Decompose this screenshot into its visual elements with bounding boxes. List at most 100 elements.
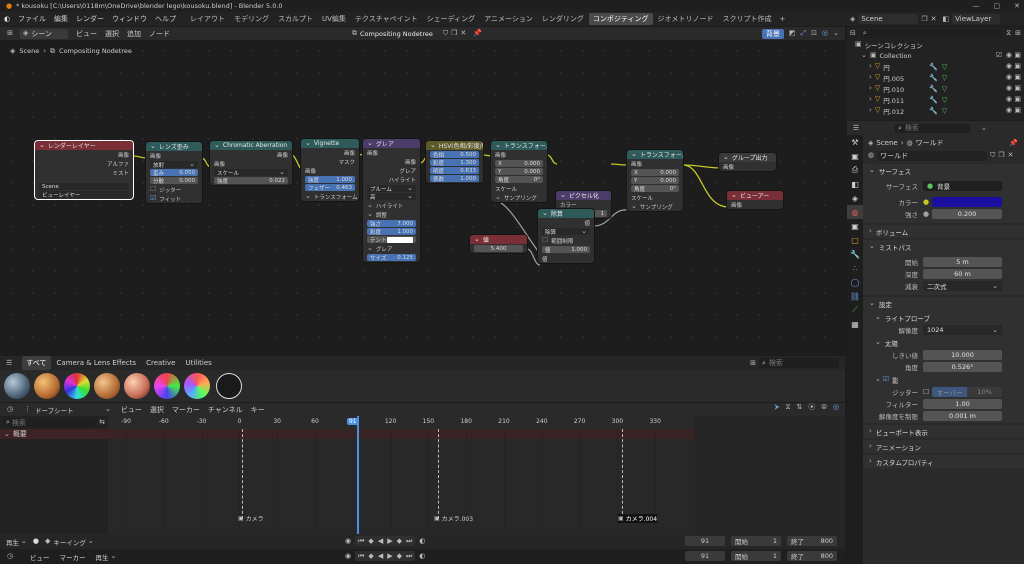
collapse-icon[interactable]: ⌄ (367, 140, 373, 147)
node-dropdown[interactable]: 放射 ⌄ (150, 161, 198, 169)
delete-icon[interactable]: ✕ (931, 15, 937, 23)
filters-icon[interactable]: ⧖ (785, 404, 790, 411)
properties-options-icon[interactable]: ⌄ (981, 124, 987, 132)
channels-icon[interactable]: ◩ (789, 30, 796, 37)
camera-icon[interactable]: ▣ (1014, 74, 1021, 81)
dopesheet-mode-selector[interactable]: ドープシート (35, 405, 105, 415)
node-editor-menu-item[interactable]: ビュー (72, 27, 101, 41)
node-transform-2[interactable]: ⌄ トランスフォーム 画像 X 0.000 Y 0.000 角度 0° スケール ⌄ サンプリング (627, 150, 683, 211)
expand-icon[interactable]: › (869, 107, 872, 114)
next-key-icon[interactable]: ◆ (397, 552, 402, 560)
node-value-field[interactable]: 係数 1.000 (430, 175, 479, 183)
node-lens-distortion-header[interactable]: ⌄ レンズ歪み (146, 142, 202, 151)
scene-tab-icon[interactable]: ◈ (847, 191, 863, 205)
mist-falloff-select[interactable]: 二次式 ⌄ (923, 281, 1002, 291)
node-value[interactable]: ⌄ 値 5.400 (470, 235, 527, 253)
collapse-icon[interactable]: ⌄ (150, 143, 156, 150)
sun-threshold-field[interactable]: 10.000 (923, 350, 1002, 360)
current-frame-field[interactable]: 91 (685, 536, 725, 546)
marker[interactable]: ▣ カメラ.003 (434, 514, 473, 523)
node-value-field[interactable]: フェザー 0.463 (305, 184, 355, 192)
asset-shelf-tab[interactable]: Creative (142, 356, 179, 370)
filter-field[interactable]: 1.00 (923, 399, 1002, 409)
asset-thumbnail[interactable] (4, 373, 30, 399)
node-vignette[interactable]: ⌄ Vignette 画像 マスク 画像 強度 1.000 フェザー 0.463 ⌄ トランスフォー… (301, 139, 359, 201)
node-chromatic-aberration-header[interactable]: ⌄ Chromatic Aberration (210, 141, 292, 150)
asset-shelf-tab[interactable]: すべて (22, 356, 51, 370)
node-glare[interactable]: ⌄ グレア 画像 画像 グレア ハイライト ブルーム ⌄ 高 ⌄ ⌄ ハイライト ⌄ 調整 強さ 7.000 彩… (363, 139, 420, 262)
mist-depth-field[interactable]: 60 m (923, 269, 1002, 279)
workspace-tab[interactable]: スクリプト作成 (719, 13, 776, 25)
jitter-checkbox-icon[interactable]: ☐ (923, 388, 929, 396)
node-value-field[interactable]: 明度 0.633 (430, 167, 479, 175)
node-subpanel[interactable]: ⌄ 調整 (363, 210, 420, 219)
node-render-layers-header[interactable]: ⌄ レンダーレイヤー (35, 141, 133, 150)
overlay-icon[interactable]: ◎ (833, 404, 839, 411)
menu-item[interactable]: ファイル (14, 12, 50, 26)
node-lens-distortion[interactable]: ⌄ レンズ歪み 画像 放射 ⌄ 歪み 0.050 分散 0.000 ☐ ジッター ☑ フィット (146, 142, 202, 203)
node-editor-menu-item[interactable]: 選択 (101, 27, 123, 41)
node-value-field[interactable]: X 0.000 (495, 160, 543, 167)
settings-panel-header[interactable]: ⌄ 設定 (863, 297, 1024, 310)
node-editor-canvas[interactable]: ◈ Scene › ⧉ Compositing Nodetree ⌄ レンダーレイ… (0, 40, 845, 356)
node-dropdown[interactable]: スケール ⌄ (214, 169, 288, 177)
tool-tab-icon[interactable]: ⚒ (847, 135, 863, 149)
timeline-end-field[interactable]: 終了 800 (787, 551, 837, 561)
node-dropdown[interactable]: ブルーム ⌄ (367, 185, 416, 193)
collapse-icon[interactable]: ⌄ (560, 192, 566, 199)
keyframe-filter-icon[interactable]: ◐ (419, 537, 425, 545)
jitter-overblur-button[interactable]: オーバー (932, 387, 968, 397)
color-swatch[interactable] (932, 197, 1002, 207)
node-value-field[interactable]: 強度 0.022 (214, 177, 288, 185)
strength-field[interactable]: 0.200 (932, 209, 1002, 219)
properties-search-input[interactable]: ⌕ 検索 (895, 123, 970, 133)
collapse-icon[interactable]: ⌄ (39, 142, 45, 149)
collapse-icon[interactable]: ⌄ (723, 154, 729, 161)
dopesheet-ruler[interactable]: -90 -60 -30 0 30 60 91 120 150 180 210 240 270 300 330 (108, 416, 695, 429)
value-node-field[interactable]: 5.400 (474, 245, 523, 252)
lightprobe-res-select[interactable]: 1024 ⌄ (923, 325, 1002, 335)
display-mode-icon[interactable]: ⊞ (750, 359, 756, 367)
camera-icon[interactable]: ▣ (1014, 107, 1021, 114)
animation-panel-header[interactable]: › アニメーション (863, 440, 1024, 453)
marker[interactable]: ▣ カメラ.004 (618, 514, 658, 523)
asset-shelf-menu-icon[interactable]: ☰ (6, 359, 12, 367)
jitter-percent-field[interactable]: 10% (967, 387, 1002, 397)
world-browse-icon[interactable]: ◍ (868, 152, 874, 159)
texture-tab-icon[interactable]: ▦ (847, 317, 863, 331)
collapse-icon[interactable]: ⌄ (430, 142, 436, 149)
asset-thumbnail[interactable] (154, 373, 180, 399)
expand-icon[interactable]: › (869, 85, 872, 92)
sun-angle-field[interactable]: 0.526° (923, 362, 1002, 372)
minimize-icon[interactable]: — (973, 2, 980, 10)
object-tab-icon[interactable]: ▢ (847, 233, 863, 247)
expand-icon[interactable]: › (869, 74, 872, 81)
outliner-filter-icon[interactable]: ⊟ (850, 29, 856, 37)
node-value-field[interactable]: 彩度 1.300 (430, 159, 479, 167)
jump-end-icon[interactable]: ⏭ (406, 552, 412, 560)
auto-key-icon[interactable]: ◉ (345, 552, 351, 560)
render-tab-icon[interactable]: ▣ (847, 149, 863, 163)
workspace-tab[interactable]: レイアウト (186, 13, 229, 25)
timeline-view-menu[interactable]: ビュー (30, 552, 50, 562)
color-socket-icon[interactable]: ● (923, 198, 929, 206)
proportional-icon[interactable]: ⦾ (821, 404, 827, 411)
backdrop-button[interactable]: 背景 (761, 28, 784, 39)
collection-tab-icon[interactable]: ▣ (847, 219, 863, 233)
timeline-frame-field[interactable]: 91 (685, 551, 725, 561)
node-subpanel[interactable]: ⌄ サンプリング (627, 202, 683, 211)
node-value-field[interactable]: 色相 0.500 (430, 151, 479, 159)
tint-swatch[interactable] (387, 236, 413, 243)
menu-item[interactable]: レンダー (72, 12, 108, 26)
node-subpanel[interactable]: ⌄ ハイライト (363, 201, 420, 210)
copy-icon[interactable]: ❐ (921, 15, 927, 23)
node-value-field[interactable]: 強度 1.000 (305, 176, 355, 184)
keying-menu[interactable]: キーイング (53, 537, 86, 547)
particles-tab-icon[interactable]: ∴ (847, 261, 863, 275)
surface-panel-header[interactable]: ⌄ サーフェス (863, 164, 1024, 177)
pin-icon[interactable]: 📌 (1009, 139, 1018, 147)
menu-item[interactable]: 編集 (50, 12, 72, 26)
maximize-icon[interactable]: ▢ (994, 2, 1001, 10)
glare-tint-field[interactable]: テント (367, 236, 416, 244)
workspace-tab[interactable]: ジオメトリノード (654, 13, 718, 25)
